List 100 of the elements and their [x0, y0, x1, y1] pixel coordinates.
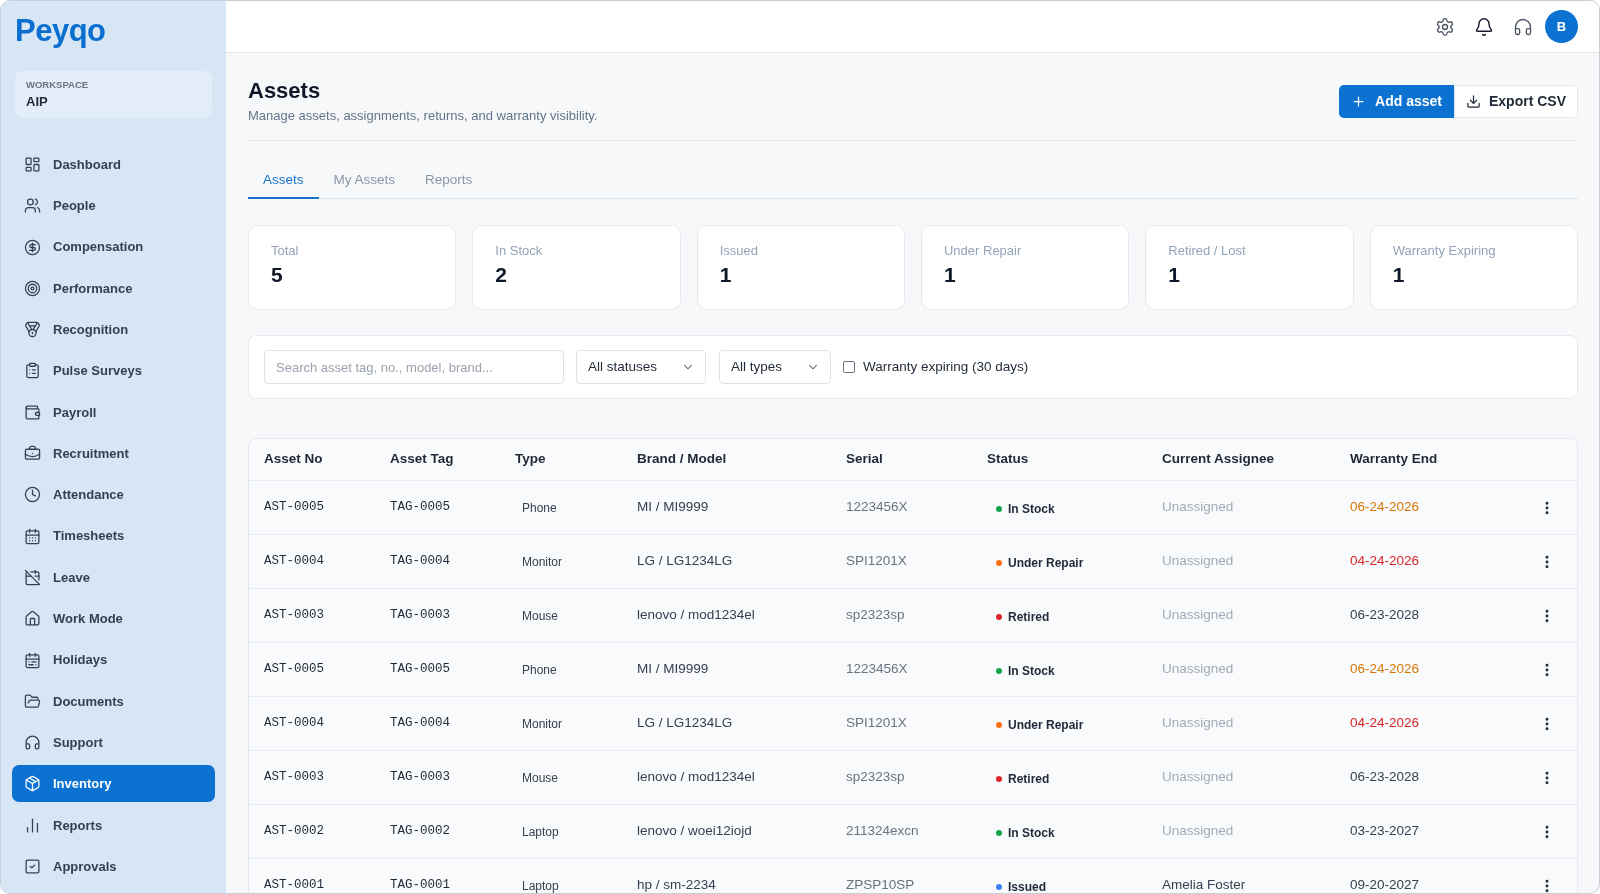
column-header: Current Assignee: [1162, 450, 1275, 469]
medal-icon: [24, 321, 41, 339]
logo: Peyqo: [15, 13, 107, 49]
sidebar-item[interactable]: Holidays: [12, 641, 215, 679]
sidebar-item[interactable]: People: [12, 187, 215, 225]
table-cell-text: sp2323sp: [846, 606, 905, 625]
column-header: Asset No: [264, 450, 323, 469]
table-cell-text: TAG-0002: [390, 823, 450, 841]
stat-value: 1: [944, 262, 957, 288]
table-cell-text: AST-0002: [264, 823, 324, 841]
workspace-name: AIP: [26, 93, 49, 111]
table-cell-text: 04-24-2026: [1350, 714, 1420, 733]
table-cell-text: 03-23-2027: [1350, 822, 1420, 841]
table-cell-text: LG / LG1234LG: [637, 714, 733, 733]
avatar[interactable]: B: [1545, 10, 1578, 43]
status-label: Retired: [1008, 771, 1050, 788]
stat-label: Warranty Expiring: [1392, 242, 1497, 260]
table-cell-text: Unassigned: [1162, 768, 1234, 787]
add-button[interactable]: Add asset: [1339, 85, 1454, 118]
table-cell-text: AST-0005: [264, 499, 324, 517]
filter-dropdown[interactable]: All statuses: [576, 350, 706, 384]
clipboard-icon: [24, 362, 41, 380]
sidebar-item[interactable]: Documents: [12, 682, 215, 720]
table-cell-text: lenovo / woei12iojd: [637, 822, 752, 841]
sidebar-item[interactable]: Leave: [12, 558, 215, 596]
search-field[interactable]: Search asset tag, no., model, brand...: [264, 350, 564, 384]
sidebar-item[interactable]: Dashboard: [12, 146, 215, 183]
stat-label: Under Repair: [944, 242, 1023, 260]
table-cell-text: Amelia Foster: [1162, 876, 1246, 893]
table-cell-text: AST-0001: [264, 877, 324, 893]
table-cell-text: Laptop: [522, 823, 559, 841]
table-cell-text: sp2323sp: [846, 768, 905, 787]
table-cell-text: AST-0005: [264, 661, 324, 679]
column-header: Type: [515, 450, 546, 469]
plus-icon: [1351, 94, 1367, 109]
sidebar-item[interactable]: Timesheets: [12, 517, 215, 555]
sidebar-item[interactable]: Inventory: [12, 765, 215, 803]
page-subtitle: Manage assets, assignments, returns, and warranty visibility.: [248, 107, 598, 125]
column-header: Asset Tag: [390, 450, 454, 469]
status-label: In Stock: [1008, 825, 1055, 842]
folder-icon: [24, 692, 41, 710]
table-cell-text: 06-24-2026: [1350, 498, 1420, 517]
sidebar-item[interactable]: Compensation: [12, 228, 215, 266]
table-cell-text: AST-0004: [264, 553, 324, 571]
stat-value: 2: [495, 262, 508, 288]
column-header: Status: [987, 450, 1029, 469]
sidebar-item[interactable]: Recognition: [12, 311, 215, 349]
sidebar-item[interactable]: Pulse Surveys: [12, 352, 215, 390]
workspace-card[interactable]: WORKSPACE AIP: [15, 71, 212, 118]
stat-value: 5: [271, 262, 284, 288]
settings-icon[interactable]: [1435, 16, 1455, 37]
table-cell-text: Monitor: [522, 553, 562, 571]
workspace-label: WORKSPACE: [26, 79, 90, 91]
table-cell-text: Unassigned: [1162, 660, 1234, 679]
filter-dropdown[interactable]: All types: [719, 350, 831, 384]
table-cell-text: TAG-0003: [390, 607, 450, 625]
bar-chart-icon: [24, 816, 41, 834]
table-cell-text: SPI1201X: [846, 714, 907, 733]
headset-icon: [24, 734, 41, 752]
table-cell-text: 1223456X: [846, 498, 908, 517]
stat-value: 1: [1392, 262, 1406, 288]
sidebar-item[interactable]: Performance: [12, 269, 215, 307]
briefcase-icon: [24, 445, 41, 463]
table-cell-text: 1223456X: [846, 660, 908, 679]
sidebar-item[interactable]: Payroll: [12, 393, 215, 431]
export-button[interactable]: Export CSV: [1454, 85, 1578, 118]
table-cell-text: Unassigned: [1162, 498, 1234, 517]
grid-icon: [24, 156, 41, 173]
table-cell-text: Unassigned: [1162, 714, 1234, 733]
stat-label: Issued: [719, 242, 759, 260]
sidebar-item[interactable]: Reports: [12, 806, 215, 844]
status-label: Retired: [1008, 609, 1050, 626]
table-cell-text: MI / MI9999: [637, 660, 709, 679]
table-cell-text: Unassigned: [1162, 606, 1234, 625]
table-cell-text: 09-20-2027: [1350, 876, 1420, 893]
sidebar-item[interactable]: Recruitment: [12, 435, 215, 473]
sidebar-item[interactable]: Support: [12, 724, 215, 762]
calendar-icon: [24, 527, 41, 545]
wallet-icon: [24, 403, 41, 421]
checkbox-label: Warranty expiring (30 days): [863, 357, 1029, 376]
sidebar-item[interactable]: Attendance: [12, 476, 215, 514]
check-square-icon: [24, 858, 41, 876]
table-cell-text: Phone: [522, 661, 557, 679]
status-label: In Stock: [1008, 663, 1055, 680]
sidebar-item[interactable]: Work Mode: [12, 600, 215, 638]
tab[interactable]: Assets: [248, 163, 319, 199]
stat-label: In Stock: [495, 242, 544, 260]
stat-value: 1: [719, 262, 733, 288]
table-cell-text: TAG-0001: [390, 877, 450, 893]
table-cell-text: lenovo / mod1234el: [637, 768, 755, 787]
bell-icon[interactable]: [1474, 16, 1494, 37]
box-icon: [24, 775, 41, 793]
checkbox[interactable]: [843, 361, 855, 373]
sidebar-item[interactable]: Approvals: [12, 848, 215, 886]
table-cell-text: TAG-0004: [390, 553, 450, 571]
headset-icon[interactable]: [1513, 16, 1533, 37]
status-label: Under Repair: [1008, 555, 1084, 572]
download-icon: [1466, 94, 1481, 109]
clock-icon: [24, 486, 41, 504]
table-cell-text: AST-0003: [264, 607, 324, 625]
